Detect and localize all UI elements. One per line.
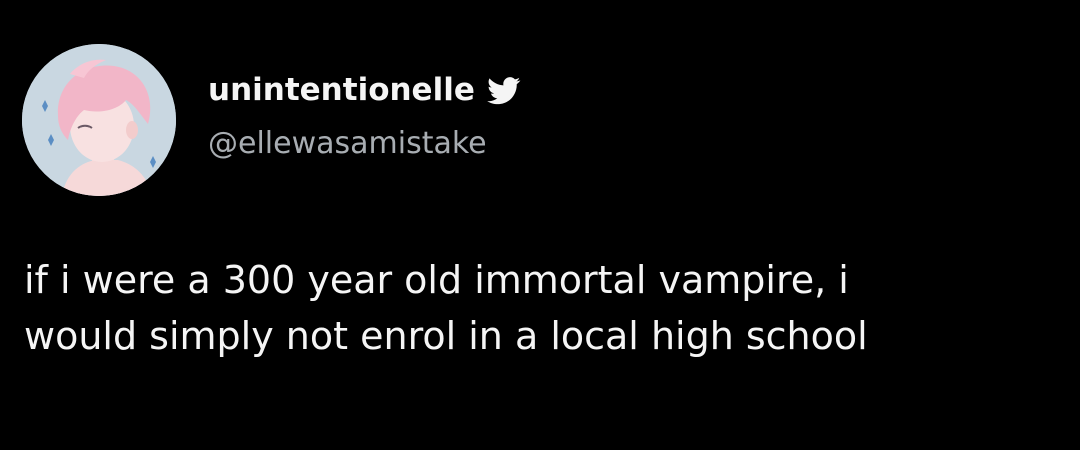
tweet-text: if i were a 300 year old immortal vampir… (24, 252, 1064, 364)
avatar-illustration (22, 44, 176, 196)
author-handle[interactable]: @ellewasamistake (208, 126, 487, 161)
twitter-bird-icon (487, 77, 521, 105)
twitter-bird-glyph (487, 77, 521, 105)
tweet-card: unintentionelle @ellewasamistake if i we… (0, 0, 1080, 450)
author-name-row: unintentionelle (208, 68, 521, 112)
tweet-text-line: if i were a 300 year old immortal vampir… (24, 258, 849, 302)
display-name[interactable]: unintentionelle (208, 72, 475, 108)
tweet-text-line: would simply not enrol in a local high s… (24, 314, 868, 358)
avatar[interactable] (22, 44, 176, 196)
